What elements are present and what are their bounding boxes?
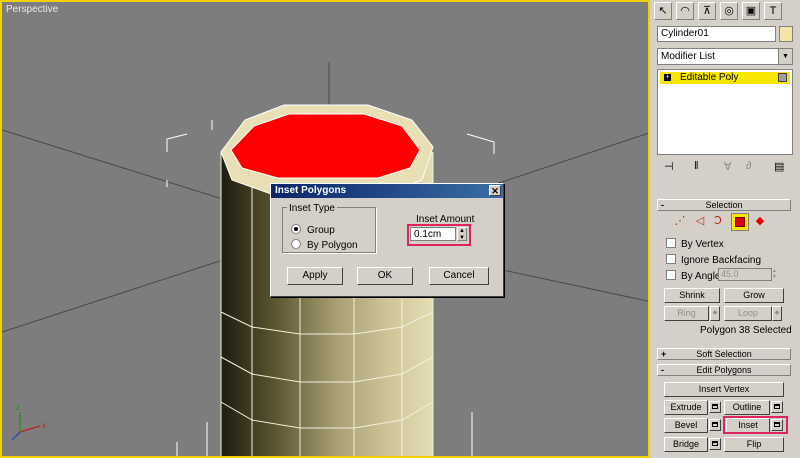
ignore-backfacing-label: Ignore Backfacing — [681, 255, 762, 266]
checkbox-icon — [666, 254, 676, 264]
remove-modifier-icon[interactable]: ∂ — [746, 160, 751, 172]
outline-button[interactable]: Outline — [724, 400, 770, 415]
configure-sets-icon[interactable]: ▤ — [774, 160, 784, 173]
perspective-viewport[interactable]: Perspective x z Inset Polygons ✕ Inset T… — [0, 0, 650, 458]
extrude-button[interactable]: Extrude — [664, 400, 708, 415]
inset-amount-input[interactable]: 0.1cm — [410, 227, 456, 241]
polygon-mode-icon — [735, 217, 745, 227]
bevel-button[interactable]: Bevel — [664, 418, 708, 433]
shrink-button[interactable]: Shrink — [664, 288, 720, 303]
border-mode-icon[interactable]: Ↄ — [710, 214, 726, 227]
vertex-mode-icon[interactable]: ⋰ — [672, 214, 688, 227]
extrude-settings-icon[interactable] — [709, 401, 721, 413]
by-vertex-checkbox[interactable]: By Vertex — [666, 238, 724, 250]
app-window: Perspective x z Inset Polygons ✕ Inset T… — [0, 0, 800, 458]
object-color-swatch[interactable] — [779, 26, 793, 42]
bridge-settings-icon[interactable] — [709, 438, 721, 450]
selection-rollout-header[interactable]: - Selection — [657, 199, 791, 211]
expand-icon: + — [661, 349, 667, 359]
loop-button[interactable]: Loop — [724, 306, 772, 321]
edit-polygons-label: Edit Polygons — [696, 365, 752, 375]
toggle-square-icon[interactable] — [778, 73, 787, 82]
inset-amount-spinner[interactable]: ▲ ▼ — [457, 227, 467, 241]
radio-by-polygon-option[interactable]: By Polygon — [291, 239, 358, 251]
display-tab-icon[interactable]: ▣ — [742, 2, 760, 20]
utilities-tab-icon[interactable]: T — [764, 2, 782, 20]
make-unique-icon[interactable]: ∀ — [724, 160, 732, 173]
motion-tab-icon[interactable]: ◎ — [720, 2, 738, 20]
soft-selection-label: Soft Selection — [696, 349, 752, 359]
inset-type-legend: Inset Type — [287, 203, 337, 214]
ring-spinner-icon[interactable]: ◆ — [710, 306, 720, 321]
dialog-title-bar[interactable]: Inset Polygons ✕ — [271, 184, 503, 198]
apply-button[interactable]: Apply — [287, 267, 343, 285]
dialog-title: Inset Polygons — [275, 185, 347, 196]
close-icon[interactable]: ✕ — [489, 185, 501, 196]
modify-tab-icon[interactable]: ◠ — [676, 2, 694, 20]
ring-button[interactable]: Ring — [664, 306, 709, 321]
radio-checked-icon — [291, 224, 301, 234]
ok-button[interactable]: OK — [357, 267, 413, 285]
loop-spinner-icon[interactable]: ◆ — [772, 306, 782, 321]
bevel-settings-icon[interactable] — [709, 419, 721, 431]
angle-spinner-icon[interactable]: ▲ ▼ — [772, 268, 780, 281]
insert-vertex-button[interactable]: Insert Vertex — [664, 382, 784, 397]
checkbox-icon — [666, 270, 676, 280]
modifier-list-label: Modifier List — [661, 51, 715, 62]
dropdown-arrow-icon[interactable]: ▼ — [778, 49, 792, 64]
object-name-field[interactable]: Cylinder01 — [657, 26, 776, 42]
modifier-stack: + Editable Poly — [657, 69, 793, 155]
show-end-result-icon[interactable]: ‖ — [694, 160, 699, 172]
stack-toolbar: ⊣ ‖ ∀ ∂ ▤ — [660, 160, 790, 176]
edit-polygons-rollout-header[interactable]: - Edit Polygons — [657, 364, 791, 376]
edge-mode-icon[interactable]: ◁ — [692, 214, 708, 227]
flip-button[interactable]: Flip — [724, 437, 784, 452]
by-angle-input[interactable]: 45.0 — [718, 268, 772, 281]
ignore-backfacing-checkbox[interactable]: Ignore Backfacing — [666, 254, 761, 266]
pin-stack-icon[interactable]: ⊣ — [664, 160, 674, 173]
element-mode-icon[interactable]: ◆ — [752, 214, 768, 227]
hierarchy-tab-icon[interactable]: ⊼ — [698, 2, 716, 20]
modifier-list-dropdown[interactable]: Modifier List ▼ — [657, 48, 793, 65]
bridge-button[interactable]: Bridge — [664, 437, 708, 452]
outline-settings-icon[interactable] — [771, 401, 783, 413]
radio-group-option[interactable]: Group — [291, 224, 335, 236]
create-tab-icon[interactable]: ↖ — [654, 2, 672, 20]
inset-highlight — [723, 416, 788, 434]
inset-polygons-dialog: Inset Polygons ✕ Inset Type Group By Pol… — [270, 183, 504, 297]
radio-group-label: Group — [307, 225, 335, 236]
cancel-button[interactable]: Cancel — [429, 267, 489, 285]
stack-item-editable-poly[interactable]: + Editable Poly — [660, 72, 790, 84]
collapse-icon: - — [661, 365, 664, 375]
expand-icon[interactable]: + — [664, 74, 671, 81]
by-vertex-label: By Vertex — [681, 239, 724, 250]
polygon-mode-button[interactable] — [731, 213, 749, 231]
selection-status: Polygon 38 Selected — [700, 325, 792, 336]
svg-text:x: x — [42, 421, 46, 430]
stack-item-label: Editable Poly — [680, 72, 739, 83]
svg-text:z: z — [16, 403, 20, 412]
soft-selection-rollout-header[interactable]: + Soft Selection — [657, 348, 791, 360]
radio-unchecked-icon — [291, 239, 301, 249]
radio-by-polygon-label: By Polygon — [307, 240, 358, 251]
checkbox-icon — [666, 238, 676, 248]
grow-button[interactable]: Grow — [724, 288, 784, 303]
selection-header-label: Selection — [705, 200, 743, 210]
collapse-icon: - — [661, 200, 664, 210]
by-angle-label: By Angle: — [681, 271, 724, 282]
by-angle-checkbox[interactable]: By Angle: — [666, 270, 723, 282]
